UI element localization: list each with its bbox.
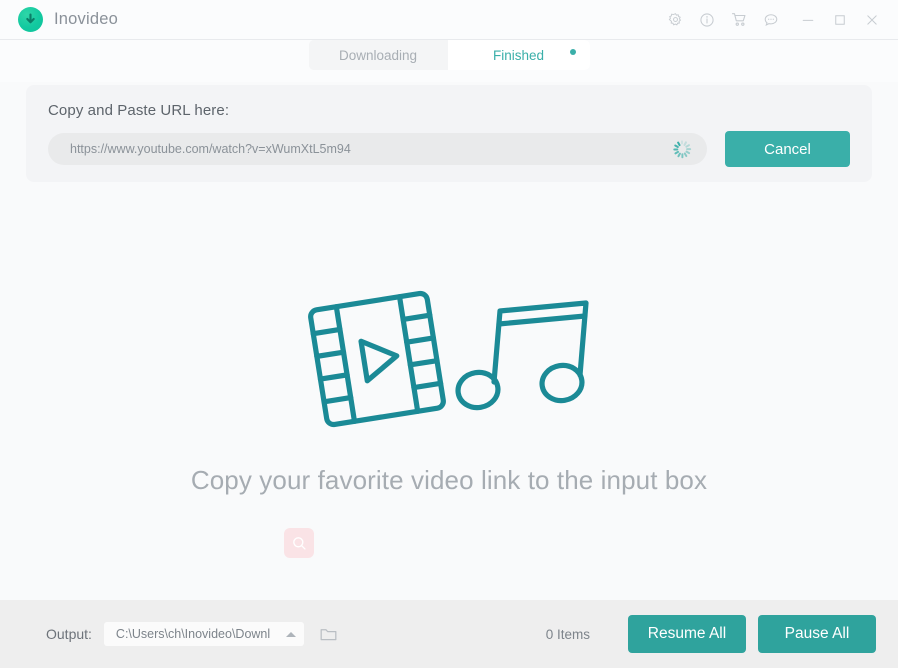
tab-bar: Downloading Finished (0, 40, 898, 82)
url-input-wrapper (48, 133, 707, 165)
settings-gear-icon[interactable] (659, 4, 691, 36)
chevron-up-icon (285, 631, 296, 637)
app-brand: Inovideo (18, 7, 118, 32)
download-circle-logo-icon (18, 7, 43, 32)
tab-group: Downloading Finished (308, 40, 590, 70)
cancel-button[interactable]: Cancel (725, 131, 850, 167)
tab-finished[interactable]: Finished (447, 40, 590, 70)
url-input-row: Cancel (48, 131, 850, 167)
output-label: Output: (46, 626, 92, 642)
window-controls (659, 4, 888, 36)
search-icon[interactable] (284, 528, 314, 558)
tab-downloading[interactable]: Downloading (308, 40, 448, 70)
pause-all-button[interactable]: Pause All (758, 615, 876, 653)
feedback-chat-icon[interactable] (755, 4, 787, 36)
app-window: Inovideo Downloading Finished Copy and P… (0, 0, 898, 668)
url-input[interactable] (48, 133, 707, 165)
tab-finished-label: Finished (492, 47, 545, 63)
tab-finished-badge-dot (569, 49, 576, 55)
output-path-dropdown[interactable]: C:\Users\ch\Inovideo\Downl (103, 622, 304, 646)
info-icon[interactable] (691, 4, 723, 36)
resume-all-button[interactable]: Resume All (628, 615, 746, 653)
app-title: Inovideo (54, 10, 118, 28)
output-path-value: C:\Users\ch\Inovideo\Downl (115, 627, 271, 641)
video-music-illustration-icon (304, 287, 594, 437)
loading-spinner-icon (673, 140, 691, 158)
footer-bar: Output: C:\Users\ch\Inovideo\Downl 0 Ite… (0, 600, 898, 668)
empty-state-message: Copy your favorite video link to the inp… (190, 465, 708, 495)
cart-icon[interactable] (723, 4, 755, 36)
maximize-icon[interactable] (824, 4, 856, 36)
url-panel-label: Copy and Paste URL here: (48, 102, 230, 119)
items-count: 0 Items (545, 626, 590, 642)
minimize-icon[interactable] (792, 4, 824, 36)
folder-icon[interactable] (318, 623, 340, 645)
close-icon[interactable] (856, 4, 888, 36)
url-panel: Copy and Paste URL here: https://www.you… (26, 85, 872, 182)
main-content: Copy your favorite video link to the inp… (0, 182, 898, 600)
title-bar: Inovideo (0, 0, 898, 40)
tab-downloading-label: Downloading (338, 47, 418, 63)
